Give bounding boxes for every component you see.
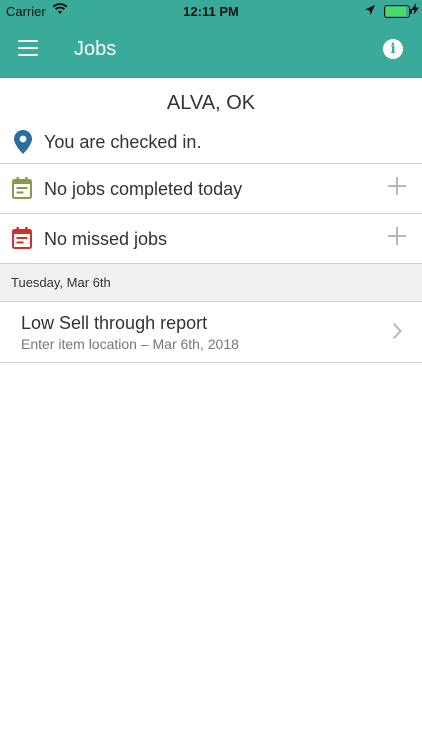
- date-section-header: Tuesday, Mar 6th: [0, 263, 422, 302]
- section-date: Tuesday, Mar 6th: [11, 275, 111, 290]
- location-arrow-icon: [364, 4, 376, 19]
- battery-level: [386, 7, 406, 16]
- completed-jobs-row[interactable]: No jobs completed today: [0, 163, 422, 213]
- battery-icon: [384, 5, 412, 18]
- checkin-status: You are checked in.: [0, 126, 422, 164]
- charging-bolt-icon: [411, 3, 419, 18]
- location-pin-icon: [14, 130, 32, 159]
- page-title: Jobs: [74, 38, 117, 60]
- job-title: Low Sell through report: [21, 313, 208, 333]
- hamburger-menu-icon[interactable]: [18, 40, 38, 56]
- job-subtitle: Enter item location – Mar 6th, 2018: [21, 336, 239, 352]
- completed-jobs-label: No jobs completed today: [44, 179, 243, 199]
- app-bar: Jobs i: [0, 22, 422, 78]
- add-missed-icon[interactable]: [388, 227, 406, 245]
- calendar-missed-icon: [12, 227, 32, 254]
- missed-jobs-row[interactable]: No missed jobs: [0, 213, 422, 263]
- store-name: ALVA, OK: [166, 92, 256, 114]
- job-list-item[interactable]: Low Sell through report Enter item locat…: [0, 301, 422, 363]
- status-time: 12:11 PM: [183, 4, 239, 19]
- missed-jobs-label: No missed jobs: [44, 229, 168, 249]
- status-bar: Carrier 12:11 PM: [0, 0, 422, 22]
- checkin-text: You are checked in.: [44, 132, 202, 152]
- chevron-right-icon: [392, 322, 402, 345]
- info-icon[interactable]: i: [383, 39, 403, 59]
- add-completed-icon[interactable]: [388, 177, 406, 195]
- calendar-completed-icon: [12, 177, 32, 204]
